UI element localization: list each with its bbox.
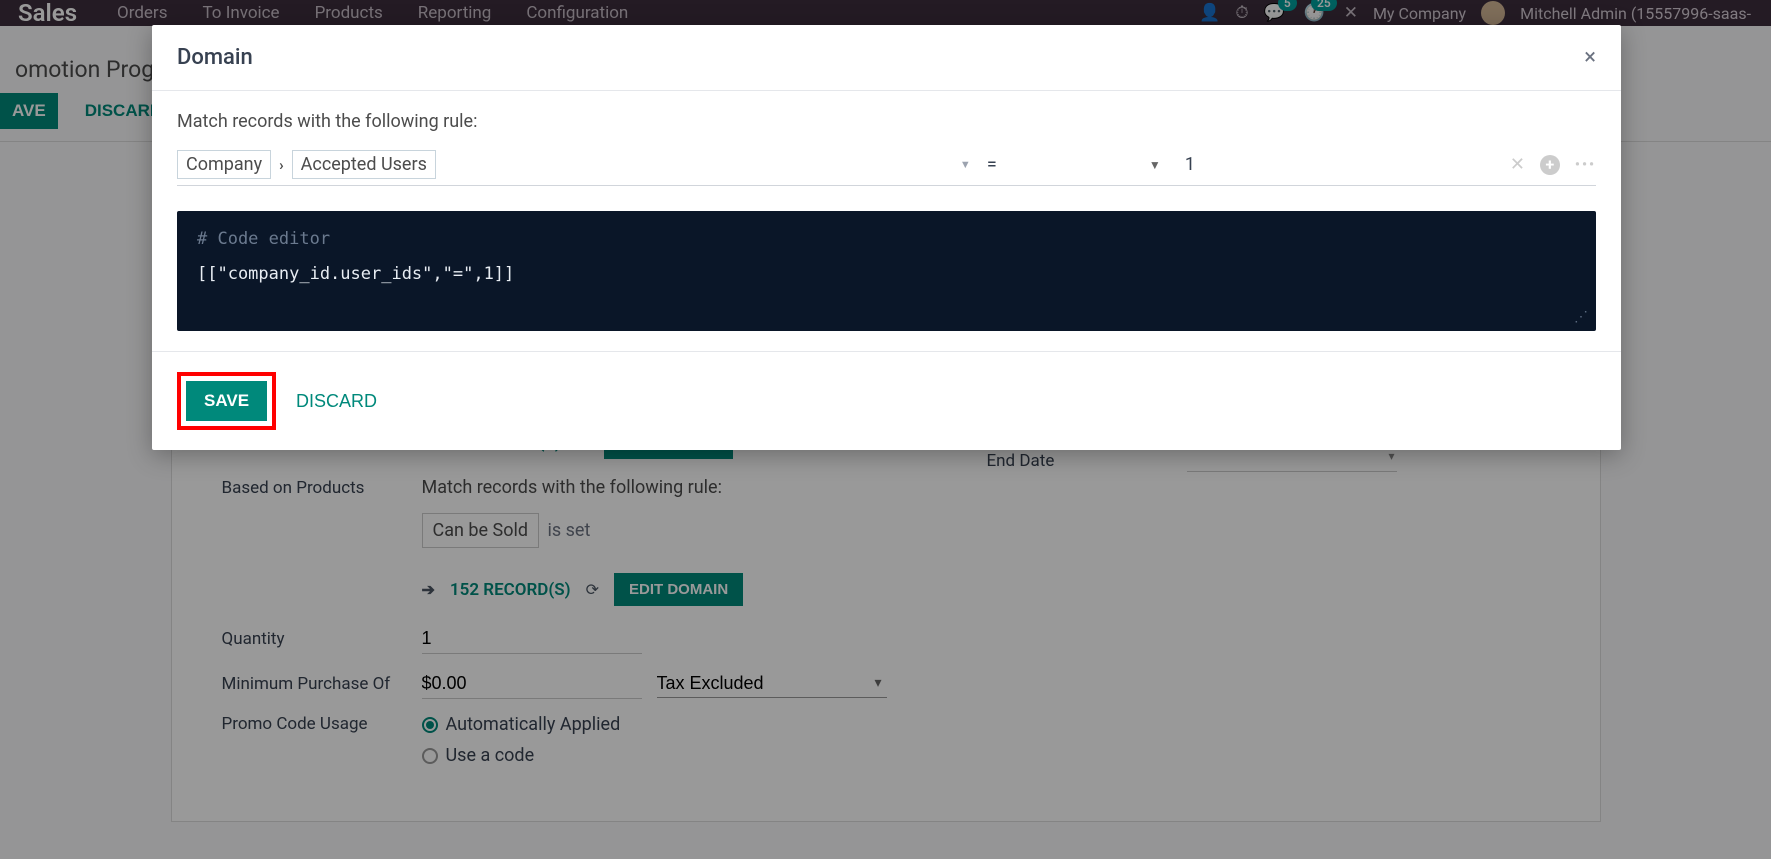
chevron-right-icon: › bbox=[279, 156, 284, 174]
add-rule-icon[interactable]: + bbox=[1540, 155, 1560, 175]
code-comment: # Code editor bbox=[197, 229, 1576, 249]
field-dropdown-icon[interactable]: ▼ bbox=[960, 158, 971, 171]
resize-handle-icon[interactable]: ⋰ bbox=[1574, 309, 1588, 325]
rule-operator[interactable]: = ▼ bbox=[979, 154, 1169, 175]
field-company[interactable]: Company bbox=[177, 150, 271, 179]
rule-field-selector[interactable]: Company › Accepted Users ▼ bbox=[177, 150, 971, 179]
field-accepted-users[interactable]: Accepted Users bbox=[292, 150, 436, 179]
close-icon[interactable]: × bbox=[1584, 45, 1596, 70]
rule-value[interactable]: 1 bbox=[1177, 154, 1487, 175]
discard-button[interactable]: DISCARD bbox=[296, 391, 377, 412]
modal-title: Domain bbox=[177, 45, 253, 70]
more-rule-icon[interactable]: ••• bbox=[1575, 157, 1596, 173]
match-records-text: Match records with the following rule: bbox=[177, 111, 1596, 132]
save-highlight: SAVE bbox=[177, 372, 276, 430]
domain-rule-row: Company › Accepted Users ▼ = ▼ 1 ✕ + ••• bbox=[177, 150, 1596, 186]
save-button[interactable]: SAVE bbox=[186, 381, 267, 421]
code-editor[interactable]: # Code editor [["company_id.user_ids","=… bbox=[177, 211, 1596, 331]
domain-modal: Domain × Match records with the followin… bbox=[152, 25, 1621, 450]
code-content[interactable]: [["company_id.user_ids","=",1]] bbox=[197, 264, 1576, 284]
delete-rule-icon[interactable]: ✕ bbox=[1510, 154, 1525, 175]
operator-dropdown-icon: ▼ bbox=[1149, 158, 1161, 172]
